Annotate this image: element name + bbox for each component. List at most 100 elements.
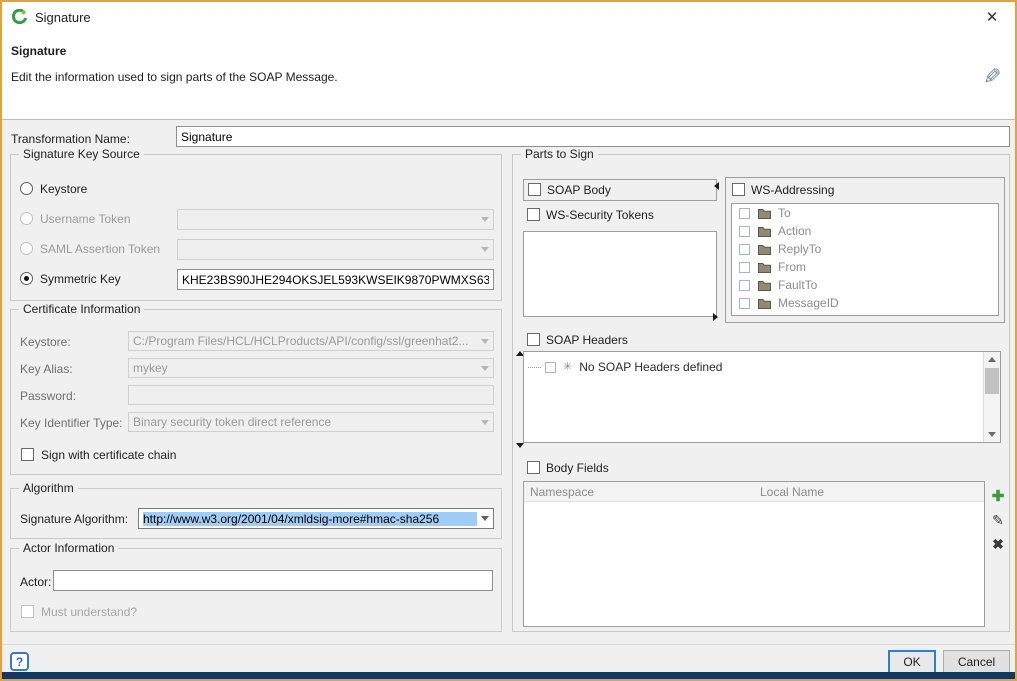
ws-addressing-item[interactable]: MessageID bbox=[732, 294, 998, 312]
folder-icon bbox=[758, 262, 771, 273]
close-icon[interactable]: ✕ bbox=[969, 2, 1015, 32]
window-title: Signature bbox=[35, 10, 91, 25]
actor-information-title: Actor Information bbox=[19, 541, 118, 555]
password-input bbox=[128, 385, 494, 405]
item-checkbox[interactable] bbox=[739, 226, 750, 237]
symmetric-key-input[interactable] bbox=[177, 269, 494, 290]
banner-title: Signature bbox=[11, 44, 66, 58]
must-understand-checkbox bbox=[21, 605, 34, 618]
transformation-name-input[interactable] bbox=[176, 126, 1010, 147]
scroll-up-icon[interactable] bbox=[984, 352, 1000, 367]
no-headers-checkbox[interactable] bbox=[545, 362, 556, 373]
cancel-button[interactable]: Cancel bbox=[943, 650, 1010, 674]
sash-collapse-right-icon[interactable] bbox=[713, 313, 718, 321]
item-checkbox[interactable] bbox=[739, 280, 750, 291]
ws-addressing-label: WS-Addressing bbox=[751, 182, 834, 198]
edit-icon[interactable]: ✎ bbox=[989, 511, 1007, 530]
help-button[interactable]: ? bbox=[10, 652, 29, 671]
scroll-down-icon[interactable] bbox=[984, 427, 1000, 442]
sign-with-certificate-chain-checkbox[interactable] bbox=[21, 448, 34, 461]
algorithm-group: Algorithm Signature Algorithm: http://ww… bbox=[10, 488, 502, 539]
chevron-down-icon bbox=[481, 339, 489, 344]
ws-addressing-item[interactable]: To bbox=[732, 204, 998, 222]
ws-addressing-item[interactable]: FaultTo bbox=[732, 276, 998, 294]
soap-headers-label: SOAP Headers bbox=[546, 332, 628, 348]
keystore-field-label: Keystore: bbox=[20, 334, 71, 350]
parts-to-sign-group: Parts to Sign SOAP Body WS-Security Toke… bbox=[512, 154, 1010, 632]
ws-addressing-panel: WS-Addressing To Action ReplyTo bbox=[725, 177, 1005, 323]
ws-security-tokens-list[interactable] bbox=[523, 231, 717, 317]
no-headers-row[interactable]: ✳ No SOAP Headers defined bbox=[528, 360, 722, 374]
no-headers-label: No SOAP Headers defined bbox=[579, 360, 722, 374]
actor-input[interactable] bbox=[53, 570, 493, 591]
folder-icon bbox=[758, 280, 771, 291]
add-icon[interactable]: ✚ bbox=[989, 486, 1007, 505]
key-identifier-type-combo: Binary security token direct reference bbox=[128, 412, 494, 432]
scrollbar[interactable] bbox=[983, 352, 1000, 442]
ws-addressing-item[interactable]: ReplyTo bbox=[732, 240, 998, 258]
folder-icon bbox=[758, 208, 771, 219]
ws-addressing-checkbox[interactable] bbox=[732, 183, 745, 196]
chevron-down-icon bbox=[481, 420, 489, 425]
body-fields-label: Body Fields bbox=[546, 460, 609, 476]
sash-collapse-left-icon[interactable] bbox=[714, 182, 719, 190]
item-checkbox[interactable] bbox=[739, 208, 750, 219]
symmetric-key-radio-label: Symmetric Key bbox=[40, 271, 121, 287]
keystore-combo: C:/Program Files/HCL/HCLProducts/API/con… bbox=[128, 331, 494, 351]
signature-algorithm-combo[interactable]: http://www.w3.org/2001/04/xmldsig-more#h… bbox=[138, 508, 494, 529]
soap-body-label: SOAP Body bbox=[547, 182, 611, 198]
parts-to-sign-title: Parts to Sign bbox=[521, 147, 598, 161]
sash-collapse-down-icon[interactable] bbox=[516, 443, 524, 448]
item-checkbox[interactable] bbox=[739, 244, 750, 255]
saml-token-radio bbox=[20, 242, 33, 255]
body-fields-table[interactable]: Namespace Local Name bbox=[523, 481, 985, 627]
body-fields-table-header: Namespace Local Name bbox=[524, 482, 984, 502]
username-token-radio-label: Username Token bbox=[40, 211, 131, 227]
actor-label: Actor: bbox=[20, 574, 51, 590]
asterisk-icon: ✳ bbox=[563, 362, 572, 373]
ws-addressing-item[interactable]: Action bbox=[732, 222, 998, 240]
footer-separator bbox=[2, 644, 1015, 645]
actor-information-group: Actor Information Actor: Must understand… bbox=[10, 548, 502, 632]
namespace-column-header: Namespace bbox=[530, 485, 594, 499]
certificate-information-group: Certificate Information Keystore: C:/Pro… bbox=[10, 309, 502, 475]
ws-security-tokens-checkbox[interactable] bbox=[527, 208, 540, 221]
body-fields-checkbox[interactable] bbox=[527, 461, 540, 474]
keystore-radio[interactable] bbox=[20, 182, 33, 195]
soap-body-row[interactable]: SOAP Body bbox=[523, 179, 717, 201]
ok-button[interactable]: OK bbox=[888, 650, 936, 674]
banner: Signature Edit the information used to s… bbox=[2, 32, 1015, 120]
chevron-down-icon bbox=[481, 516, 489, 521]
certificate-information-title: Certificate Information bbox=[19, 302, 144, 316]
soap-body-checkbox[interactable] bbox=[528, 183, 541, 196]
ws-security-tokens-label: WS-Security Tokens bbox=[546, 207, 654, 223]
signature-key-source-title: Signature Key Source bbox=[19, 147, 144, 161]
item-checkbox[interactable] bbox=[739, 262, 750, 273]
chevron-down-icon bbox=[481, 366, 489, 371]
ws-addressing-item[interactable]: From bbox=[732, 258, 998, 276]
soap-headers-checkbox[interactable] bbox=[527, 333, 540, 346]
chevron-down-icon bbox=[481, 217, 489, 222]
signature-dialog: Signature ✕ Signature Edit the informati… bbox=[0, 0, 1017, 681]
key-alias-combo: mykey bbox=[128, 358, 494, 378]
delete-icon[interactable]: ✖ bbox=[989, 535, 1007, 554]
folder-icon bbox=[758, 226, 771, 237]
signature-algorithm-label: Signature Algorithm: bbox=[20, 511, 128, 527]
app-icon bbox=[11, 9, 27, 25]
tree-line bbox=[528, 367, 541, 368]
scrollbar-thumb[interactable] bbox=[985, 368, 999, 394]
symmetric-key-radio[interactable] bbox=[20, 272, 33, 285]
username-token-combo bbox=[177, 209, 494, 230]
username-token-radio bbox=[20, 212, 33, 225]
keystore-radio-label: Keystore bbox=[40, 181, 87, 197]
must-understand-label: Must understand? bbox=[41, 604, 137, 620]
title-bar: Signature ✕ bbox=[2, 2, 1015, 32]
ws-addressing-list: To Action ReplyTo From bbox=[731, 203, 999, 316]
key-identifier-type-label: Key Identifier Type: bbox=[20, 415, 123, 431]
item-checkbox[interactable] bbox=[739, 298, 750, 309]
banner-description: Edit the information used to sign parts … bbox=[11, 70, 338, 84]
algorithm-title: Algorithm bbox=[19, 481, 78, 495]
chevron-down-icon bbox=[481, 247, 489, 252]
password-field-label: Password: bbox=[20, 388, 76, 404]
saml-token-radio-label: SAML Assertion Token bbox=[40, 241, 160, 257]
